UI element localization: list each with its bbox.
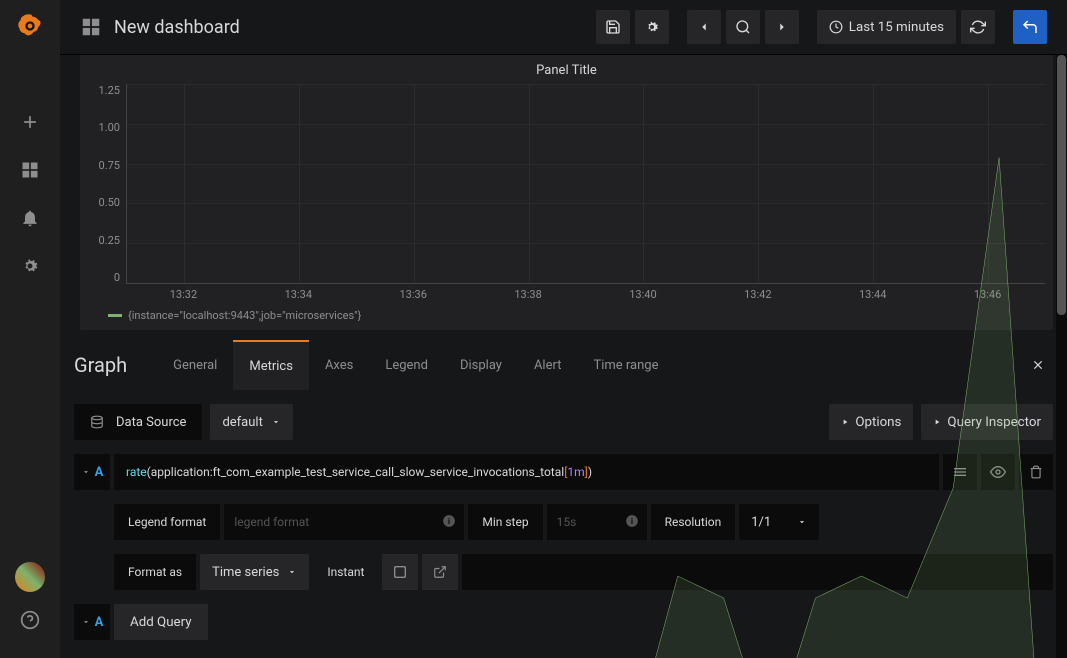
scrollbar[interactable] (1056, 55, 1067, 658)
save-button[interactable] (596, 10, 630, 44)
database-icon (90, 415, 104, 429)
svg-text:i: i (448, 516, 450, 526)
refresh-button[interactable] (961, 10, 995, 44)
chevron-down-icon (81, 617, 91, 627)
topbar: New dashboard (60, 0, 1067, 55)
timerange-forward-button[interactable] (765, 10, 799, 44)
alerts-icon[interactable] (10, 198, 50, 238)
help-icon[interactable] (10, 600, 50, 640)
sidenav (0, 0, 60, 658)
query-toggle[interactable]: A (74, 454, 110, 490)
timerange-picker[interactable]: Last 15 minutes (817, 10, 956, 44)
config-icon[interactable] (10, 246, 50, 286)
avatar[interactable] (15, 562, 45, 592)
info-icon[interactable]: i (625, 514, 639, 528)
dashboard-title[interactable]: New dashboard (114, 17, 240, 38)
svg-text:i: i (630, 516, 632, 526)
chart-area[interactable]: 1.25 1.00 0.75 0.50 0.25 0 (88, 84, 1045, 284)
panel-title[interactable]: Panel Title (88, 63, 1045, 84)
main-content: New dashboard (60, 0, 1067, 658)
chevron-down-icon (81, 467, 91, 477)
info-icon[interactable]: i (442, 514, 456, 528)
legend-swatch (108, 314, 122, 317)
add-icon[interactable] (10, 102, 50, 142)
grafana-logo[interactable] (14, 10, 46, 42)
zoom-out-button[interactable] (726, 10, 760, 44)
chart-series (127, 84, 1045, 658)
settings-button[interactable] (635, 10, 669, 44)
y-axis: 1.25 1.00 0.75 0.50 0.25 0 (88, 84, 126, 284)
back-to-dashboard-button[interactable] (1013, 10, 1047, 44)
dashboards-grid-icon[interactable] (80, 16, 102, 38)
timerange-back-button[interactable] (687, 10, 721, 44)
timerange-label: Last 15 minutes (849, 20, 944, 35)
dashboards-icon[interactable] (10, 150, 50, 190)
add-query-toggle[interactable]: A (74, 604, 110, 640)
graph-panel: Panel Title 1.25 1.00 0.75 0.50 0.25 0 (80, 55, 1053, 330)
legend-format-input[interactable] (224, 504, 464, 540)
